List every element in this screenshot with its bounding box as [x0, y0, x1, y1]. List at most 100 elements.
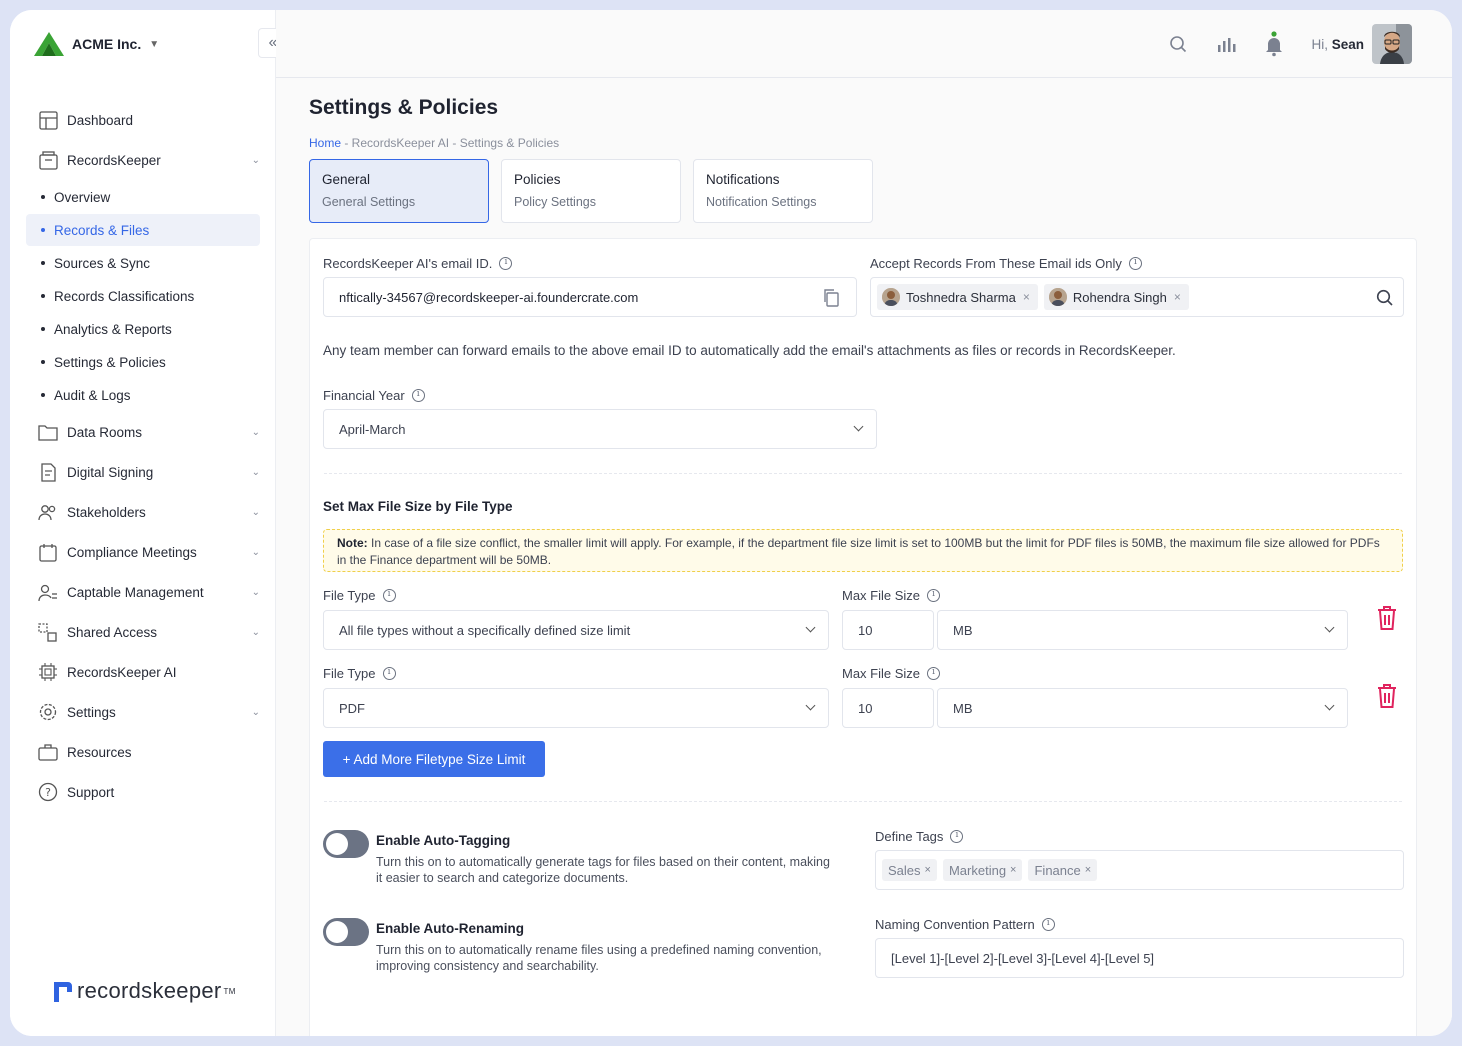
chip-label: Rohendra Singh	[1072, 289, 1167, 305]
accept-emails-field[interactable]: Toshnedra Sharma × Rohendra Singh ×	[870, 277, 1404, 317]
sidebar-item-shared-access[interactable]: Shared Access ⌄	[26, 612, 260, 652]
sidebar-item-digital-signing[interactable]: Digital Signing ⌄	[26, 452, 260, 492]
sidebar-item-resources[interactable]: Resources	[26, 732, 260, 772]
sidebar-subitem-records-files[interactable]: Records & Files	[26, 214, 260, 246]
info-icon[interactable]	[382, 589, 396, 602]
tag-chip: Finance ×	[1028, 859, 1098, 881]
max-size-input[interactable]: 10	[842, 610, 934, 650]
info-icon[interactable]	[927, 667, 941, 680]
sidebar-item-recordskeeper-ai[interactable]: RecordsKeeper AI	[26, 652, 260, 692]
file-size-note: Note: In case of a file size conflict, t…	[323, 529, 1403, 572]
info-icon[interactable]	[1128, 257, 1142, 270]
chevron-down-icon: ⌄	[251, 154, 260, 166]
sidebar-subitem-records-classifications[interactable]: Records Classifications	[26, 280, 260, 312]
chevron-down-icon: ⌄	[251, 586, 260, 598]
forward-description: Any team member can forward emails to th…	[323, 343, 1176, 358]
sidebar-item-label: RecordsKeeper AI	[67, 664, 177, 680]
remove-chip-icon[interactable]: ×	[1174, 290, 1181, 304]
sidebar-item-dashboard[interactable]: Dashboard	[26, 100, 260, 140]
max-size-input[interactable]: 10	[842, 688, 934, 728]
search-icon[interactable]	[1376, 289, 1393, 309]
email-id-label-text: RecordsKeeper AI's email ID.	[323, 256, 493, 271]
sidebar-item-label: Records & Files	[54, 222, 150, 238]
acme-logo-icon	[34, 32, 64, 56]
financial-year-label-text: Financial Year	[323, 388, 405, 403]
info-icon[interactable]	[411, 389, 425, 402]
sidebar-item-recordskeeper[interactable]: RecordsKeeper ⌄	[26, 140, 260, 180]
search-icon[interactable]	[1167, 33, 1189, 55]
chevron-down-icon	[1324, 700, 1335, 711]
file-type-value: All file types without a specifically de…	[339, 622, 631, 638]
analytics-icon[interactable]	[1215, 33, 1237, 55]
bell-icon[interactable]	[1263, 31, 1285, 57]
naming-pattern-value: [Level 1]-[Level 2]-[Level 3]-[Level 4]-…	[891, 950, 1155, 966]
auto-tagging-toggle[interactable]	[323, 830, 369, 858]
max-file-size-label-text: Max File Size	[842, 588, 921, 603]
sidebar-item-label: Audit & Logs	[54, 387, 131, 403]
info-icon[interactable]	[382, 667, 396, 680]
general-settings-card: RecordsKeeper AI's email ID. nftically-3…	[309, 238, 1417, 1036]
sidebar-subitem-overview[interactable]: Overview	[26, 181, 260, 213]
tab-notifications[interactable]: Notifications Notification Settings	[693, 159, 873, 223]
delete-icon[interactable]	[1376, 605, 1398, 631]
info-icon[interactable]	[927, 589, 941, 602]
auto-renaming-toggle[interactable]	[323, 918, 369, 946]
sidebar-subitem-settings-policies[interactable]: Settings & Policies	[26, 346, 260, 378]
recordskeeper-mark-icon	[54, 982, 72, 1002]
sidebar-item-support[interactable]: ? Support	[26, 772, 260, 812]
folder-data-icon	[38, 422, 58, 442]
email-chip: Toshnedra Sharma ×	[877, 284, 1038, 310]
size-unit-select[interactable]: MB	[937, 688, 1348, 728]
define-tags-field[interactable]: Sales × Marketing × Finance ×	[875, 850, 1404, 890]
remove-chip-icon[interactable]: ×	[1023, 290, 1030, 304]
sidebar-item-label: Shared Access	[67, 624, 158, 640]
financial-year-select[interactable]: April-March	[323, 409, 877, 449]
user-list-icon	[38, 582, 58, 602]
delete-icon[interactable]	[1376, 683, 1398, 709]
chevron-down-icon: ⌄	[251, 426, 260, 438]
sidebar-item-label: Records Classifications	[54, 288, 195, 304]
max-file-size-label-text: Max File Size	[842, 666, 921, 681]
sidebar-item-settings[interactable]: Settings ⌄	[26, 692, 260, 732]
chevron-down-icon	[805, 622, 816, 633]
sidebar-item-data-rooms[interactable]: Data Rooms ⌄	[26, 412, 260, 452]
file-type-select[interactable]: All file types without a specifically de…	[323, 610, 829, 650]
chevron-down-icon: ⌄	[251, 466, 260, 478]
naming-pattern-input[interactable]: [Level 1]-[Level 2]-[Level 3]-[Level 4]-…	[875, 938, 1404, 978]
chevron-down-icon: ⌄	[251, 506, 260, 518]
email-id-label: RecordsKeeper AI's email ID.	[323, 256, 513, 271]
chip-label: Toshnedra Sharma	[906, 289, 1016, 305]
company-switcher[interactable]: ACME Inc. ▼	[32, 30, 159, 58]
sidebar-item-stakeholders[interactable]: Stakeholders ⌄	[26, 492, 260, 532]
info-icon[interactable]	[950, 830, 964, 843]
sidebar-subitem-analytics-reports[interactable]: Analytics & Reports	[26, 313, 260, 345]
tab-policies[interactable]: Policies Policy Settings	[501, 159, 681, 223]
email-id-field[interactable]: nftically-34567@recordskeeper-ai.founder…	[323, 277, 857, 317]
breadcrumb-home-link[interactable]: Home	[309, 136, 341, 150]
sidebar-item-label: Settings	[67, 704, 116, 720]
remove-tag-icon[interactable]: ×	[925, 864, 931, 876]
tab-general[interactable]: General General Settings	[309, 159, 489, 223]
financial-year-label: Financial Year	[323, 388, 425, 403]
remove-tag-icon[interactable]: ×	[1085, 864, 1091, 876]
add-filetype-limit-button[interactable]: + Add More Filetype Size Limit	[323, 741, 545, 777]
copy-icon[interactable]	[822, 288, 840, 311]
size-unit-select[interactable]: MB	[937, 610, 1348, 650]
auto-tagging-description: Turn this on to automatically generate t…	[376, 855, 830, 885]
divider	[324, 473, 1402, 474]
size-unit-value: MB	[953, 700, 973, 716]
info-icon[interactable]	[1041, 918, 1055, 931]
sidebar-item-compliance-meetings[interactable]: Compliance Meetings ⌄	[26, 532, 260, 572]
file-type-select[interactable]: PDF	[323, 688, 829, 728]
archive-icon	[38, 150, 58, 170]
info-icon[interactable]	[499, 257, 513, 270]
avatar[interactable]	[1372, 24, 1412, 64]
chevron-down-icon	[853, 421, 864, 432]
tag-chip: Marketing ×	[942, 859, 1023, 881]
file-type-label-text: File Type	[323, 588, 376, 603]
remove-tag-icon[interactable]: ×	[1010, 864, 1016, 876]
sidebar-subitem-audit-logs[interactable]: Audit & Logs	[26, 379, 260, 411]
sidebar-item-captable-management[interactable]: Captable Management ⌄	[26, 572, 260, 612]
gear-icon	[38, 702, 58, 722]
sidebar-subitem-sources-sync[interactable]: Sources & Sync	[26, 247, 260, 279]
